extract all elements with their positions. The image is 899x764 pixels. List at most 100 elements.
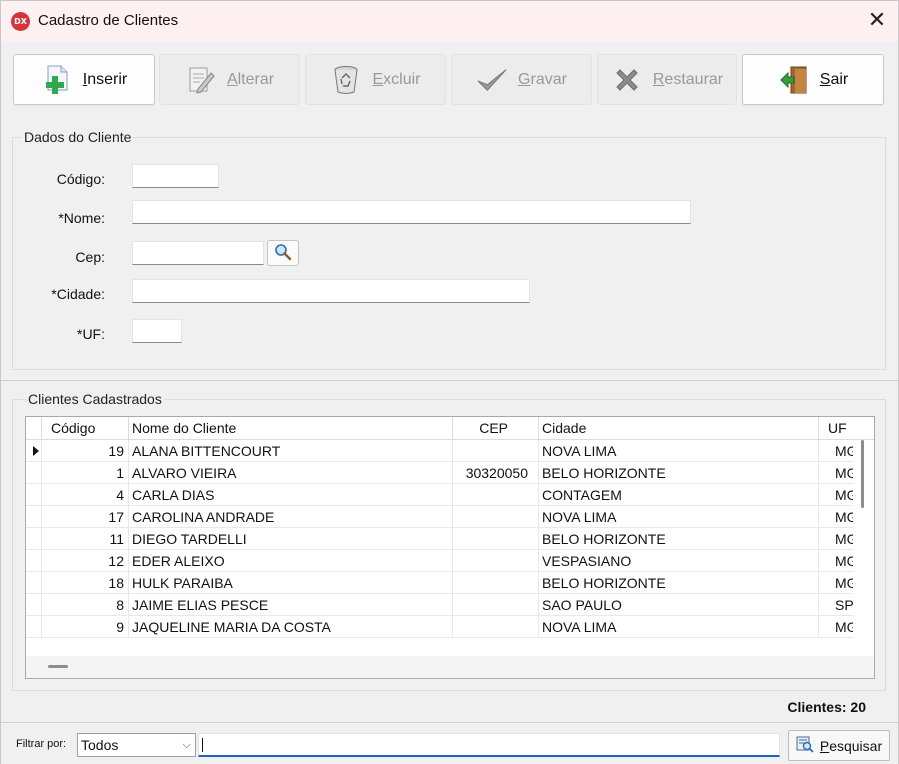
cell-name[interactable]: JAIME ELIAS PESCE	[129, 594, 453, 616]
horizontal-scrollbar[interactable]	[26, 656, 874, 678]
table-row[interactable]: 9 JAQUELINE MARIA DA COSTA NOVA LIMA MG	[26, 616, 858, 638]
cell-cep[interactable]	[453, 528, 539, 550]
cell-name[interactable]: EDER ALEIXO	[129, 550, 453, 572]
cell-name[interactable]: ALANA BITTENCOURT	[129, 440, 453, 462]
cell-name[interactable]: HULK PARAIBA	[129, 572, 453, 594]
header-city[interactable]: Cidade	[539, 417, 819, 440]
cell-name[interactable]: ALVARO VIEIRA	[129, 462, 453, 484]
uf-field[interactable]	[132, 319, 182, 343]
cell-cep[interactable]	[453, 506, 539, 528]
edit-button[interactable]: Alterar	[159, 54, 300, 105]
code-label: Código:	[56, 171, 105, 187]
close-button[interactable]: ✕	[856, 1, 898, 41]
cell-code[interactable]: 8	[42, 594, 129, 616]
current-row-pointer-icon	[33, 446, 39, 456]
row-indicator	[26, 594, 42, 616]
insert-button-label: Inserir	[82, 70, 128, 88]
edit-document-icon	[185, 64, 217, 96]
main-window: DX Cadastro de Clientes ✕ Inserir Altera…	[0, 0, 899, 764]
cell-city[interactable]: NOVA LIMA	[539, 440, 819, 462]
row-indicator	[26, 506, 42, 528]
vertical-scrollbar[interactable]	[853, 440, 874, 656]
code-field[interactable]	[132, 164, 219, 188]
city-label: *Cidade:	[51, 286, 105, 302]
grid-header: Código Nome do Cliente CEP Cidade UF	[26, 417, 874, 440]
cell-city[interactable]: BELO HORIZONTE	[539, 462, 819, 484]
header-cep[interactable]: CEP	[453, 417, 539, 440]
cell-cep[interactable]	[453, 594, 539, 616]
cell-code[interactable]: 1	[42, 462, 129, 484]
save-button-label: Gravar	[518, 70, 567, 88]
header-code[interactable]: Código	[42, 417, 129, 440]
cell-code[interactable]: 17	[42, 506, 129, 528]
cell-code[interactable]: 9	[42, 616, 129, 638]
name-label: *Nome:	[58, 210, 105, 226]
edit-button-label: Alterar	[226, 70, 275, 88]
cell-city[interactable]: CONTAGEM	[539, 484, 819, 506]
restore-button[interactable]: Restaurar	[597, 54, 737, 105]
row-indicator	[26, 484, 42, 506]
cell-city[interactable]: NOVA LIMA	[539, 616, 819, 638]
cell-city[interactable]: VESPASIANO	[539, 550, 819, 572]
filter-select[interactable]: Todos ⌵	[77, 733, 196, 757]
header-uf[interactable]: UF	[819, 417, 874, 440]
name-field[interactable]	[132, 200, 691, 224]
row-indicator	[26, 440, 42, 462]
cell-name[interactable]: DIEGO TARDELLI	[129, 528, 453, 550]
cell-name[interactable]: CAROLINA ANDRADE	[129, 506, 453, 528]
cell-city[interactable]: BELO HORIZONTE	[539, 528, 819, 550]
table-row[interactable]: 19 ALANA BITTENCOURT NOVA LIMA MG	[26, 440, 858, 462]
city-field[interactable]	[132, 279, 530, 303]
cell-city[interactable]: NOVA LIMA	[539, 506, 819, 528]
cell-name[interactable]: CARLA DIAS	[129, 484, 453, 506]
exit-door-icon	[778, 64, 810, 96]
table-row[interactable]: 12 EDER ALEIXO VESPASIANO MG	[26, 550, 858, 572]
cell-cep[interactable]	[453, 440, 539, 462]
recycle-bin-icon	[330, 64, 362, 96]
title-bar: DX Cadastro de Clientes ✕	[1, 1, 898, 41]
horizontal-scroll-thumb[interactable]	[48, 665, 68, 668]
cell-cep[interactable]	[453, 616, 539, 638]
window-title: Cadastro de Clientes	[38, 12, 179, 29]
save-button[interactable]: Gravar	[451, 54, 592, 105]
filter-label: Filtrar por:	[16, 738, 67, 750]
cell-code[interactable]: 4	[42, 484, 129, 506]
uf-label: *UF:	[77, 326, 105, 342]
cell-cep[interactable]: 30320050	[453, 462, 539, 484]
filter-input[interactable]	[198, 733, 780, 757]
cell-code[interactable]: 12	[42, 550, 129, 572]
add-document-icon	[41, 64, 73, 96]
cell-cep[interactable]	[453, 572, 539, 594]
cell-name[interactable]: JAQUELINE MARIA DA COSTA	[129, 616, 453, 638]
cep-search-button[interactable]	[267, 240, 299, 266]
cell-cep[interactable]	[453, 550, 539, 572]
search-button[interactable]: Pesquisar	[788, 730, 890, 761]
table-row[interactable]: 1 ALVARO VIEIRA 30320050 BELO HORIZONTE MG	[26, 462, 858, 484]
vertical-scroll-thumb[interactable]	[861, 440, 864, 508]
table-row[interactable]: 17 CAROLINA ANDRADE NOVA LIMA MG	[26, 506, 858, 528]
header-name[interactable]: Nome do Cliente	[129, 417, 453, 440]
x-cancel-icon	[611, 64, 643, 96]
delete-button[interactable]: Excluir	[305, 54, 446, 105]
clients-grid[interactable]: Código Nome do Cliente CEP Cidade UF 19 A…	[25, 416, 875, 679]
checkmark-icon	[476, 64, 508, 96]
cell-cep[interactable]	[453, 484, 539, 506]
table-row[interactable]: 8 JAIME ELIAS PESCE SAO PAULO SP	[26, 594, 854, 616]
restore-button-label: Restaurar	[652, 70, 724, 88]
client-data-title: Dados do Cliente	[22, 129, 134, 145]
cell-city[interactable]: BELO HORIZONTE	[539, 572, 819, 594]
insert-button[interactable]: Inserir	[13, 54, 155, 105]
cell-code[interactable]: 18	[42, 572, 129, 594]
text-caret	[202, 738, 203, 752]
cep-field[interactable]	[132, 241, 264, 265]
table-row[interactable]: 4 CARLA DIAS CONTAGEM MG	[26, 484, 858, 506]
cell-code[interactable]: 11	[42, 528, 129, 550]
table-row[interactable]: 18 HULK PARAIBA BELO HORIZONTE MG	[26, 572, 858, 594]
row-indicator	[26, 550, 42, 572]
filter-select-value: Todos	[81, 737, 119, 753]
cell-city[interactable]: SAO PAULO	[539, 594, 819, 616]
table-row[interactable]: 11 DIEGO TARDELLI BELO HORIZONTE MG	[26, 528, 858, 550]
cell-code[interactable]: 19	[42, 440, 129, 462]
exit-button[interactable]: Sair	[742, 54, 884, 105]
row-indicator	[26, 462, 42, 484]
